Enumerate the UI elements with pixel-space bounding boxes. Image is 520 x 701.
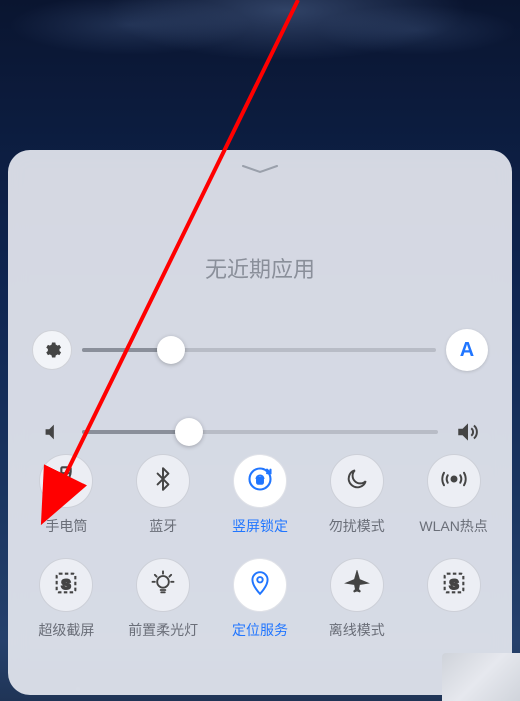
airplane-icon (344, 570, 370, 601)
tile-button-super-screenshot[interactable]: S (39, 558, 93, 612)
location-icon (247, 570, 273, 601)
tile-front-softlight: 前置柔光灯 (115, 558, 212, 640)
tile-super-screenshot: S 超级截屏 (18, 558, 115, 640)
volume-high-icon-svg (455, 419, 481, 445)
tile-button-location[interactable] (233, 558, 287, 612)
volume-low-icon (32, 412, 72, 452)
tile-rotation-lock: 竖屏锁定 (212, 454, 309, 536)
brightness-thumb[interactable] (157, 336, 185, 364)
svg-text:S: S (449, 575, 458, 591)
tile-label-hotspot: WLAN热点 (419, 516, 487, 536)
svg-text:S: S (62, 575, 71, 591)
gear-icon (42, 340, 62, 360)
tile-airplane: 离线模式 (308, 558, 405, 640)
tile-button-screenshot[interactable]: S (427, 558, 481, 612)
volume-slider-row (32, 412, 488, 452)
tile-button-rotation-lock[interactable] (233, 454, 287, 508)
brightness-slider[interactable] (82, 348, 436, 352)
tile-location: 定位服务 (212, 558, 309, 640)
tile-label-super-screenshot: 超级截屏 (38, 620, 94, 640)
chevron-down-icon (241, 164, 279, 174)
recent-apps-empty-text: 无近期应用 (8, 252, 512, 284)
panel-collapse-handle[interactable] (241, 164, 279, 174)
tile-label-rotation-lock: 竖屏锁定 (232, 516, 288, 536)
tile-button-front-softlight[interactable] (136, 558, 190, 612)
tile-button-airplane[interactable] (330, 558, 384, 612)
moon-icon (344, 466, 370, 497)
tile-hotspot: WLAN热点 (405, 454, 502, 536)
quick-tiles-grid: 手电筒 蓝牙 竖屏锁定 勿扰模式 WLAN热点 S 超级截屏 前置柔光灯 定位服务 离线模式 S (8, 448, 512, 640)
screenshot-icon: S (52, 569, 80, 602)
tile-screenshot: S (405, 558, 502, 640)
tile-label-dnd: 勿扰模式 (329, 516, 385, 536)
tile-button-dnd[interactable] (330, 454, 384, 508)
flashlight-icon (52, 465, 80, 498)
tile-label-location: 定位服务 (232, 620, 288, 640)
volume-fill (82, 430, 189, 434)
tile-button-flashlight[interactable] (39, 454, 93, 508)
volume-slider[interactable] (82, 430, 438, 434)
tile-label-bluetooth: 蓝牙 (149, 516, 177, 536)
rotation-lock-icon (246, 465, 274, 498)
auto-brightness-toggle[interactable]: A (446, 329, 488, 371)
bluetooth-icon (150, 466, 176, 497)
tile-label-flashlight: 手电筒 (45, 516, 87, 536)
volume-low-icon-svg (41, 421, 63, 443)
tile-bluetooth: 蓝牙 (115, 454, 212, 536)
volume-high-icon (448, 412, 488, 452)
corner-obscured (442, 653, 520, 701)
tile-button-hotspot[interactable] (427, 454, 481, 508)
tile-label-front-softlight: 前置柔光灯 (128, 620, 198, 640)
tile-label-airplane: 离线模式 (329, 620, 385, 640)
screenshot-s-icon: S (440, 569, 468, 602)
brightness-settings-button[interactable] (32, 330, 72, 370)
volume-thumb[interactable] (175, 418, 203, 446)
tile-dnd: 勿扰模式 (308, 454, 405, 536)
auto-brightness-label: A (460, 339, 474, 362)
tile-button-bluetooth[interactable] (136, 454, 190, 508)
hotspot-icon (439, 464, 469, 499)
tile-flashlight: 手电筒 (18, 454, 115, 536)
control-center-panel: 无近期应用 A (8, 150, 512, 695)
bulb-icon (149, 569, 177, 602)
brightness-slider-row: A (32, 330, 488, 370)
